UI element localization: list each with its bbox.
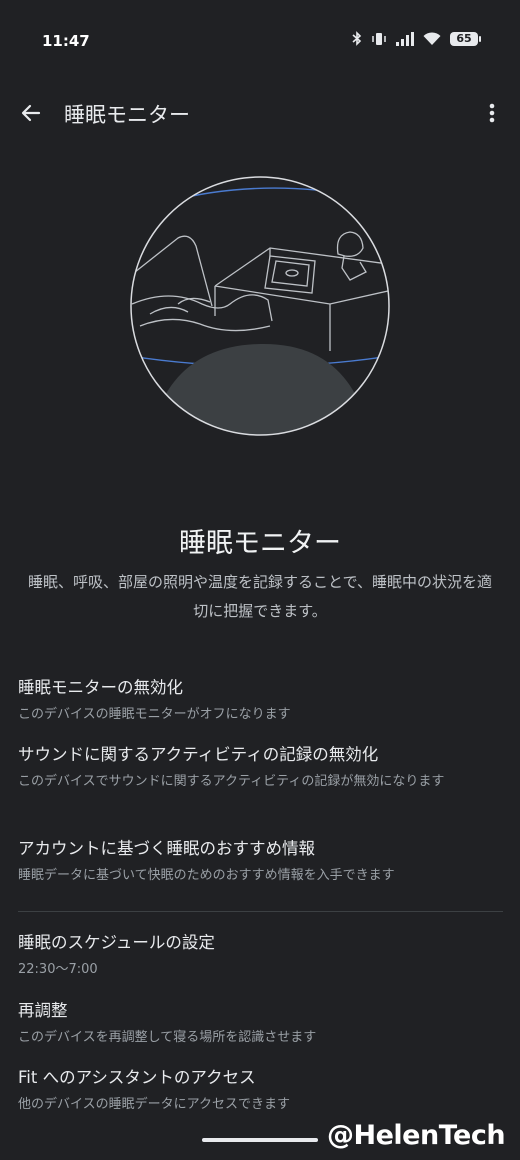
- setting-title: 再調整: [18, 1001, 68, 1020]
- setting-recalibrate[interactable]: 再調整 このデバイスを再調整して寝る場所を認識させます: [18, 999, 504, 1049]
- setting-subtitle: 睡眠データに基づいて快眠のためのおすすめ情報を入手できます: [18, 868, 395, 883]
- watermark: @HelenTech: [327, 1120, 506, 1151]
- setting-title: アカウントに基づく睡眠のおすすめ情報: [18, 839, 315, 858]
- setting-disable-sound-activity[interactable]: サウンドに関するアクティビティの記録の無効化 このデバイスでサウンドに関するアク…: [18, 743, 504, 793]
- page-title: 睡眠モニター: [64, 103, 190, 127]
- home-indicator[interactable]: [202, 1138, 318, 1142]
- setting-title: 睡眠モニターの無効化: [18, 678, 183, 697]
- setting-title: Fit へのアシスタントのアクセス: [18, 1068, 256, 1087]
- setting-subtitle: 他のデバイスの睡眠データにアクセスできます: [18, 1097, 290, 1112]
- status-time: 11:47: [42, 32, 90, 50]
- setting-subtitle: 22:30〜7:00: [18, 962, 98, 977]
- app-bar: 睡眠モニター: [0, 88, 520, 138]
- setting-sleep-schedule[interactable]: 睡眠のスケジュールの設定 22:30〜7:00: [18, 931, 504, 981]
- setting-disable-sleep-sensing[interactable]: 睡眠モニターの無効化 このデバイスの睡眠モニターがオフになります: [18, 676, 504, 726]
- setting-sleep-recommendations[interactable]: アカウントに基づく睡眠のおすすめ情報 睡眠データに基づいて快眠のためのおすすめ情…: [18, 837, 504, 887]
- arrow-back-icon: [21, 104, 41, 122]
- back-button[interactable]: [14, 96, 48, 130]
- more-vert-icon: [489, 103, 495, 123]
- setting-subtitle: このデバイスを再調整して寝る場所を認識させます: [18, 1030, 317, 1045]
- wifi-icon: [423, 31, 441, 45]
- bluetooth-icon: [352, 31, 362, 46]
- more-options-button[interactable]: [478, 96, 506, 130]
- signal-icon: [396, 31, 414, 46]
- sleep-illustration: [130, 176, 390, 436]
- battery-icon: 65: [450, 31, 481, 46]
- vibrate-icon: [372, 32, 386, 45]
- battery-level: 65: [456, 31, 472, 45]
- setting-subtitle: このデバイスの睡眠モニターがオフになります: [18, 707, 291, 722]
- divider: [18, 911, 503, 912]
- status-icons: 65: [352, 31, 481, 46]
- hero-description: 睡眠、呼吸、部屋の照明や温度を記録することで、睡眠中の状況を適切に把握できます。: [28, 573, 492, 620]
- setting-fit-assistant-access[interactable]: Fit へのアシスタントのアクセス 他のデバイスの睡眠データにアクセスできます: [18, 1066, 504, 1116]
- hero-title: 睡眠モニター: [179, 528, 341, 559]
- setting-subtitle: このデバイスでサウンドに関するアクティビティの記録が無効になります: [18, 774, 445, 789]
- setting-title: 睡眠のスケジュールの設定: [18, 933, 215, 952]
- setting-title: サウンドに関するアクティビティの記録の無効化: [18, 745, 379, 764]
- status-bar: 11:47 65: [0, 0, 520, 84]
